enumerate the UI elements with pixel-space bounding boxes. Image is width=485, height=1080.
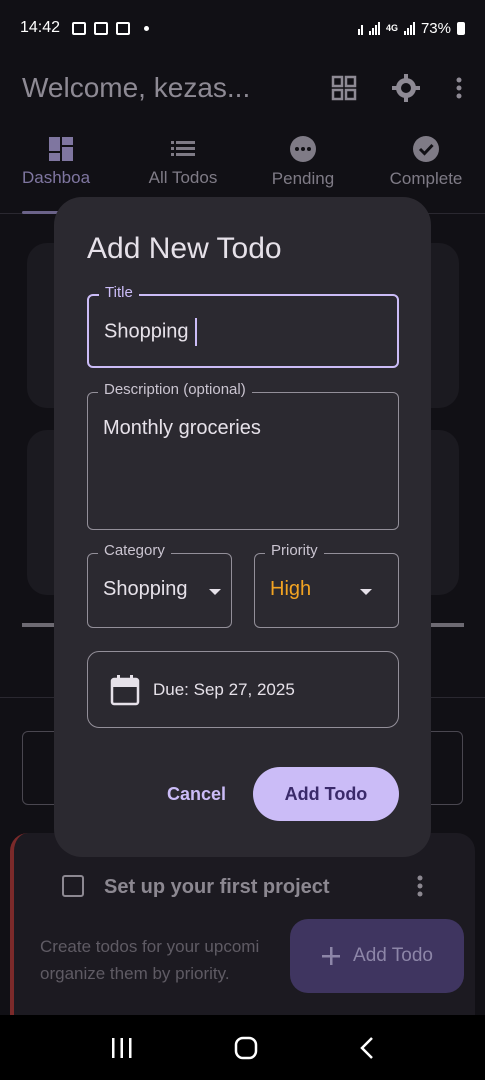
chevron-down-icon: [360, 589, 372, 595]
network-type: 4G: [385, 23, 398, 33]
tab-all-todos[interactable]: All Todos: [143, 128, 223, 188]
todo-more-icon[interactable]: [416, 874, 424, 898]
dialog-title: Add New Todo: [87, 232, 282, 265]
recents-icon[interactable]: [110, 1037, 134, 1059]
pending-icon: [290, 136, 316, 162]
status-time: 14:42: [20, 19, 61, 36]
category-value: Shopping: [103, 578, 188, 600]
due-date-text: Due: Sep 27, 2025: [153, 680, 295, 699]
battery-icon: [457, 21, 465, 35]
description-field[interactable]: Description (optional) Monthly groceries: [87, 381, 399, 530]
title-field[interactable]: Title Shopping: [87, 284, 399, 368]
app-notification-icon: [94, 21, 109, 35]
add-todo-dialog: Add New Todo Title Shopping Description …: [54, 197, 431, 857]
app-title: Welcome, kezas...: [22, 72, 251, 103]
progress-bar-left: [22, 623, 56, 627]
plus-icon: [322, 947, 341, 965]
chevron-down-icon: [209, 589, 221, 595]
priority-dropdown[interactable]: Priority High: [254, 542, 399, 628]
text-caret: [194, 318, 197, 346]
dashboard-icon: [49, 137, 73, 161]
image-notification-icon: [72, 21, 87, 35]
todo-title: Set up your first project: [104, 876, 330, 898]
app-notification-icon-2: [116, 21, 131, 35]
title-field-value: Shopping: [104, 318, 197, 346]
category-dropdown[interactable]: Category Shopping: [87, 542, 232, 628]
title-value-text: Shopping: [104, 320, 189, 343]
status-bar: 14:42 4G 73%: [0, 0, 485, 56]
description-field-label: Description (optional): [98, 381, 252, 398]
todo-checkbox[interactable]: [62, 875, 84, 897]
signal-icon-2: [403, 21, 415, 35]
tab-label: All Todos: [148, 168, 218, 187]
cancel-button[interactable]: Cancel: [154, 767, 239, 821]
app-bar: Welcome, kezas...: [0, 56, 485, 120]
tab-dashboard[interactable]: Dashboa: [22, 128, 98, 188]
tab-pending[interactable]: Pending: [268, 128, 338, 189]
wifi-calling-icon: [357, 21, 363, 35]
tab-label: Dashboa: [22, 168, 91, 187]
title-field-label: Title: [99, 284, 139, 301]
todo-description-line: organize them by priority.: [40, 964, 230, 983]
back-icon[interactable]: [359, 1036, 375, 1060]
due-date-button[interactable]: Due: Sep 27, 2025: [87, 651, 399, 728]
grid-icon[interactable]: [331, 75, 357, 101]
settings-icon[interactable]: [391, 73, 421, 103]
system-nav-bar: [0, 1015, 485, 1080]
tab-label: Pending: [271, 169, 335, 188]
calendar-icon: [110, 675, 140, 706]
add-todo-button[interactable]: Add Todo: [253, 767, 399, 821]
battery-level: 73%: [420, 19, 451, 37]
todo-description: Create todos for your upcomi organize th…: [40, 933, 330, 987]
check-circle-icon: [413, 136, 439, 162]
priority-value: High: [270, 578, 312, 600]
progress-bar-right: [430, 623, 464, 627]
description-field-value: Monthly groceries: [103, 417, 261, 439]
category-field-label: Category: [98, 542, 171, 559]
priority-field-label: Priority: [265, 542, 324, 559]
tab-label: Complete: [389, 169, 463, 188]
tab-completed[interactable]: Complete: [386, 128, 466, 189]
fab-label: Add Todo: [353, 945, 433, 966]
add-todo-fab[interactable]: Add Todo: [290, 919, 464, 993]
list-icon: [171, 141, 195, 156]
signal-icon: [368, 21, 380, 35]
more-notifications-dot-icon: [144, 25, 150, 31]
more-vert-icon[interactable]: [455, 76, 463, 100]
todo-description-line: Create todos for your upcomi: [40, 937, 260, 956]
home-icon[interactable]: [234, 1036, 258, 1060]
